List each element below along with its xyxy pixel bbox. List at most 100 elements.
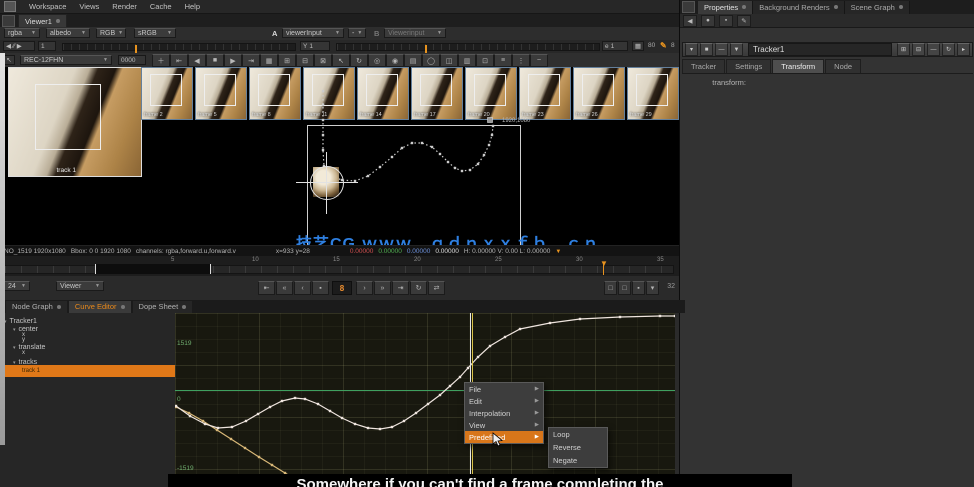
viewer-sync-dropdown[interactable]: Viewer▼: [56, 281, 104, 291]
tracker-tool-12[interactable]: ◎: [368, 54, 386, 67]
tracker-tool-14[interactable]: ▤: [404, 54, 422, 67]
tracker-tool-0[interactable]: ＋: [152, 54, 170, 67]
tracker-tool-11[interactable]: ↻: [350, 54, 368, 67]
header-right-icon-0[interactable]: ⊞: [897, 43, 910, 56]
tracker-anchor-icon[interactable]: [310, 166, 344, 200]
tracker-tool-4[interactable]: ▶: [224, 54, 242, 67]
gain-field[interactable]: 1: [38, 41, 56, 51]
tracker-tool-3[interactable]: ■: [206, 54, 224, 67]
header-right-icon-3[interactable]: ↻: [942, 43, 955, 56]
tracker-tool-2[interactable]: ◀: [188, 54, 206, 67]
tab-close-icon[interactable]: [182, 305, 186, 309]
bottom-tab-dope-sheet[interactable]: Dope Sheet: [133, 301, 193, 313]
header-right-icon-2[interactable]: —: [927, 43, 940, 56]
submenu-item-reverse[interactable]: Reverse: [549, 441, 607, 454]
transport-right-0[interactable]: ›: [356, 281, 373, 295]
fps-dropdown[interactable]: 24▼: [4, 281, 30, 291]
exposure-field[interactable]: e1: [602, 41, 628, 51]
ab-blend-dropdown[interactable]: -▼: [348, 28, 366, 38]
roi-icon[interactable]: ▦: [632, 41, 644, 51]
header-left-icon-2[interactable]: —: [715, 43, 728, 56]
viewer-lock-2[interactable]: ▪: [632, 281, 645, 295]
colorspace-dropdown[interactable]: sRGB▼: [134, 28, 176, 38]
tracker-tool-9[interactable]: ⊠: [314, 54, 332, 67]
tracker-tool-8[interactable]: ⊟: [296, 54, 314, 67]
menu-item-edit[interactable]: Edit▶: [465, 395, 543, 407]
tracker-tool-6[interactable]: ▦: [260, 54, 278, 67]
tab-close-icon[interactable]: [56, 19, 60, 23]
transport-right-4[interactable]: ⇄: [428, 281, 445, 295]
transport-right-3[interactable]: ↻: [410, 281, 427, 295]
tracker-clip-dropdown[interactable]: REC-12FHN▼: [20, 55, 112, 65]
menu-workspace[interactable]: Workspace: [29, 2, 66, 11]
props-tool-icon-1[interactable]: ●: [701, 15, 715, 27]
node-tab-tracker[interactable]: Tracker: [682, 59, 725, 73]
panel-tab-properties[interactable]: Properties: [698, 1, 753, 14]
pane-menu-icon[interactable]: [682, 1, 695, 13]
transport-left-0[interactable]: ⇤: [258, 281, 275, 295]
tab-close-icon[interactable]: [899, 5, 903, 9]
tree-row-x[interactable]: x: [0, 350, 197, 356]
tracker-tool-15[interactable]: ◯: [422, 54, 440, 67]
tab-viewer1[interactable]: Viewer1: [18, 14, 67, 27]
tree-row-Tracker1[interactable]: ▾Tracker1: [0, 318, 179, 325]
tab-close-icon[interactable]: [57, 305, 61, 309]
viewer-timeline[interactable]: ▼ 5101520253035: [0, 256, 679, 277]
header-left-icon-1[interactable]: ■: [700, 43, 713, 56]
channel-dropdown[interactable]: RGB▼: [96, 28, 126, 38]
node-name-field[interactable]: Tracker1: [748, 43, 892, 56]
menu-item-file[interactable]: File▶: [465, 383, 543, 395]
viewer-canvas[interactable]: track 1 frame 2frame 5frame 8frame 11fra…: [0, 67, 679, 245]
gamma-slider[interactable]: [336, 43, 600, 51]
bottom-tab-curve-editor[interactable]: Curve Editor: [69, 301, 131, 313]
tracker-tool-5[interactable]: ⇥: [242, 54, 260, 67]
layer-dropdown[interactable]: rgba▼: [4, 28, 40, 38]
tab-close-icon[interactable]: [834, 5, 838, 9]
curve-knob-tree[interactable]: ▾Tracker1▾centerxy▾translatex▾trackstrac…: [0, 313, 176, 487]
pencil-icon[interactable]: ✎: [660, 41, 667, 50]
tracker-counter[interactable]: 0000: [118, 55, 146, 65]
tracker-tool-20[interactable]: ⋮: [512, 54, 530, 67]
node-tab-transform[interactable]: Transform: [772, 59, 824, 73]
tab-close-icon[interactable]: [121, 305, 125, 309]
tracker-tool-16[interactable]: ◫: [440, 54, 458, 67]
header-right-icon-4[interactable]: ▸: [957, 43, 970, 56]
menu-views[interactable]: Views: [79, 2, 99, 11]
buffer-a-dropdown[interactable]: viewerInput▼: [282, 28, 344, 38]
tracker-tool-17[interactable]: ▥: [458, 54, 476, 67]
buffer-b-dropdown[interactable]: Viewerinput▼: [384, 28, 446, 38]
viewer-lock-3[interactable]: ▾: [646, 281, 659, 295]
tree-row-y[interactable]: y: [0, 337, 197, 343]
header-right-icon-1[interactable]: ⊟: [912, 43, 925, 56]
tree-row-track-1[interactable]: track 1: [0, 365, 197, 377]
aov-dropdown[interactable]: albedo▼: [46, 28, 90, 38]
menu-cache[interactable]: Cache: [150, 2, 172, 11]
gain-slider[interactable]: [62, 43, 296, 51]
transport-right-2[interactable]: ⇥: [392, 281, 409, 295]
tracker-tool-18[interactable]: ⊡: [476, 54, 494, 67]
tracker-tool-13[interactable]: ◉: [386, 54, 404, 67]
tab-close-icon[interactable]: [742, 5, 746, 9]
tracker-tool-19[interactable]: ≡: [494, 54, 512, 67]
menu-item-view[interactable]: View▶: [465, 419, 543, 431]
submenu-item-negate[interactable]: Negate: [549, 454, 607, 467]
transport-left-1[interactable]: «: [276, 281, 293, 295]
node-tab-settings[interactable]: Settings: [726, 59, 771, 73]
transport-left-2[interactable]: ‹: [294, 281, 311, 295]
bottom-tab-node-graph[interactable]: Node Graph: [6, 301, 67, 313]
header-left-icon-3[interactable]: ▼: [730, 43, 743, 56]
swatch-triangle-icon[interactable]: ▼: [555, 249, 561, 255]
menu-item-interpolation[interactable]: Interpolation▶: [465, 407, 543, 419]
tracker-tool-21[interactable]: ~: [530, 54, 548, 67]
transport-right-1[interactable]: »: [374, 281, 391, 295]
submenu-item-loop[interactable]: Loop: [549, 428, 607, 441]
menu-item-predefined[interactable]: Predefined▶: [465, 431, 543, 443]
node-tab-node[interactable]: Node: [825, 59, 861, 73]
header-left-icon-0[interactable]: ▾: [685, 43, 698, 56]
wipe-toggle[interactable]: ◀ ⁄⁄ ▶: [3, 41, 35, 51]
pane-menu-icon[interactable]: [2, 15, 15, 27]
viewer-lock-0[interactable]: □: [604, 281, 617, 295]
transport-left-3[interactable]: ▪: [312, 281, 329, 295]
menu-help[interactable]: Help: [185, 2, 200, 11]
tracker-tool-7[interactable]: ⊞: [278, 54, 296, 67]
